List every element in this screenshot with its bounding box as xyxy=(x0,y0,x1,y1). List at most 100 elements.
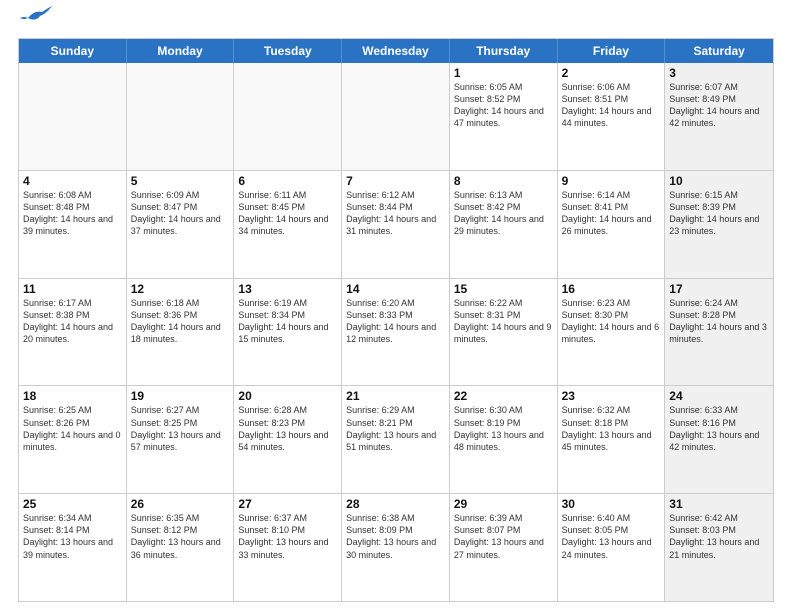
calendar-cell-12: 12Sunrise: 6:18 AM Sunset: 8:36 PM Dayli… xyxy=(127,279,235,386)
day-number: 21 xyxy=(346,389,445,403)
calendar-cell-22: 22Sunrise: 6:30 AM Sunset: 8:19 PM Dayli… xyxy=(450,386,558,493)
day-number: 17 xyxy=(669,282,769,296)
day-info: Sunrise: 6:23 AM Sunset: 8:30 PM Dayligh… xyxy=(562,297,661,346)
calendar-cell-14: 14Sunrise: 6:20 AM Sunset: 8:33 PM Dayli… xyxy=(342,279,450,386)
weekday-header-friday: Friday xyxy=(558,39,666,63)
calendar-cell-1: 1Sunrise: 6:05 AM Sunset: 8:52 PM Daylig… xyxy=(450,63,558,170)
logo xyxy=(18,16,52,28)
calendar-cell-4: 4Sunrise: 6:08 AM Sunset: 8:48 PM Daylig… xyxy=(19,171,127,278)
calendar-cell-25: 25Sunrise: 6:34 AM Sunset: 8:14 PM Dayli… xyxy=(19,494,127,601)
calendar-cell-10: 10Sunrise: 6:15 AM Sunset: 8:39 PM Dayli… xyxy=(665,171,773,278)
weekday-header-monday: Monday xyxy=(127,39,235,63)
weekday-header-saturday: Saturday xyxy=(665,39,773,63)
day-number: 23 xyxy=(562,389,661,403)
calendar-body: 1Sunrise: 6:05 AM Sunset: 8:52 PM Daylig… xyxy=(19,63,773,601)
calendar-cell-30: 30Sunrise: 6:40 AM Sunset: 8:05 PM Dayli… xyxy=(558,494,666,601)
day-info: Sunrise: 6:19 AM Sunset: 8:34 PM Dayligh… xyxy=(238,297,337,346)
day-number: 22 xyxy=(454,389,553,403)
calendar-header: SundayMondayTuesdayWednesdayThursdayFrid… xyxy=(19,39,773,63)
calendar-cell-21: 21Sunrise: 6:29 AM Sunset: 8:21 PM Dayli… xyxy=(342,386,450,493)
day-info: Sunrise: 6:09 AM Sunset: 8:47 PM Dayligh… xyxy=(131,189,230,238)
day-info: Sunrise: 6:35 AM Sunset: 8:12 PM Dayligh… xyxy=(131,512,230,561)
day-number: 12 xyxy=(131,282,230,296)
day-number: 9 xyxy=(562,174,661,188)
day-number: 28 xyxy=(346,497,445,511)
weekday-header-sunday: Sunday xyxy=(19,39,127,63)
page: SundayMondayTuesdayWednesdayThursdayFrid… xyxy=(0,0,792,612)
calendar-cell-31: 31Sunrise: 6:42 AM Sunset: 8:03 PM Dayli… xyxy=(665,494,773,601)
calendar-cell-24: 24Sunrise: 6:33 AM Sunset: 8:16 PM Dayli… xyxy=(665,386,773,493)
calendar-cell-17: 17Sunrise: 6:24 AM Sunset: 8:28 PM Dayli… xyxy=(665,279,773,386)
day-number: 13 xyxy=(238,282,337,296)
day-info: Sunrise: 6:32 AM Sunset: 8:18 PM Dayligh… xyxy=(562,404,661,453)
day-info: Sunrise: 6:06 AM Sunset: 8:51 PM Dayligh… xyxy=(562,81,661,130)
day-info: Sunrise: 6:27 AM Sunset: 8:25 PM Dayligh… xyxy=(131,404,230,453)
day-info: Sunrise: 6:40 AM Sunset: 8:05 PM Dayligh… xyxy=(562,512,661,561)
calendar-cell-29: 29Sunrise: 6:39 AM Sunset: 8:07 PM Dayli… xyxy=(450,494,558,601)
day-number: 30 xyxy=(562,497,661,511)
calendar-cell-empty-0-1 xyxy=(127,63,235,170)
calendar-cell-15: 15Sunrise: 6:22 AM Sunset: 8:31 PM Dayli… xyxy=(450,279,558,386)
day-number: 2 xyxy=(562,66,661,80)
day-info: Sunrise: 6:33 AM Sunset: 8:16 PM Dayligh… xyxy=(669,404,769,453)
day-info: Sunrise: 6:30 AM Sunset: 8:19 PM Dayligh… xyxy=(454,404,553,453)
day-info: Sunrise: 6:18 AM Sunset: 8:36 PM Dayligh… xyxy=(131,297,230,346)
day-number: 26 xyxy=(131,497,230,511)
calendar-cell-27: 27Sunrise: 6:37 AM Sunset: 8:10 PM Dayli… xyxy=(234,494,342,601)
calendar-cell-13: 13Sunrise: 6:19 AM Sunset: 8:34 PM Dayli… xyxy=(234,279,342,386)
day-number: 7 xyxy=(346,174,445,188)
day-info: Sunrise: 6:14 AM Sunset: 8:41 PM Dayligh… xyxy=(562,189,661,238)
day-info: Sunrise: 6:15 AM Sunset: 8:39 PM Dayligh… xyxy=(669,189,769,238)
calendar-cell-8: 8Sunrise: 6:13 AM Sunset: 8:42 PM Daylig… xyxy=(450,171,558,278)
day-number: 15 xyxy=(454,282,553,296)
day-number: 24 xyxy=(669,389,769,403)
calendar-row-0: 1Sunrise: 6:05 AM Sunset: 8:52 PM Daylig… xyxy=(19,63,773,171)
day-info: Sunrise: 6:22 AM Sunset: 8:31 PM Dayligh… xyxy=(454,297,553,346)
calendar: SundayMondayTuesdayWednesdayThursdayFrid… xyxy=(18,38,774,602)
calendar-row-1: 4Sunrise: 6:08 AM Sunset: 8:48 PM Daylig… xyxy=(19,171,773,279)
calendar-row-2: 11Sunrise: 6:17 AM Sunset: 8:38 PM Dayli… xyxy=(19,279,773,387)
calendar-cell-19: 19Sunrise: 6:27 AM Sunset: 8:25 PM Dayli… xyxy=(127,386,235,493)
weekday-header-tuesday: Tuesday xyxy=(234,39,342,63)
day-info: Sunrise: 6:20 AM Sunset: 8:33 PM Dayligh… xyxy=(346,297,445,346)
day-info: Sunrise: 6:39 AM Sunset: 8:07 PM Dayligh… xyxy=(454,512,553,561)
weekday-header-wednesday: Wednesday xyxy=(342,39,450,63)
header xyxy=(18,16,774,28)
calendar-cell-empty-0-2 xyxy=(234,63,342,170)
day-info: Sunrise: 6:28 AM Sunset: 8:23 PM Dayligh… xyxy=(238,404,337,453)
day-info: Sunrise: 6:38 AM Sunset: 8:09 PM Dayligh… xyxy=(346,512,445,561)
calendar-cell-26: 26Sunrise: 6:35 AM Sunset: 8:12 PM Dayli… xyxy=(127,494,235,601)
calendar-cell-6: 6Sunrise: 6:11 AM Sunset: 8:45 PM Daylig… xyxy=(234,171,342,278)
day-info: Sunrise: 6:07 AM Sunset: 8:49 PM Dayligh… xyxy=(669,81,769,130)
day-info: Sunrise: 6:37 AM Sunset: 8:10 PM Dayligh… xyxy=(238,512,337,561)
calendar-cell-3: 3Sunrise: 6:07 AM Sunset: 8:49 PM Daylig… xyxy=(665,63,773,170)
day-info: Sunrise: 6:11 AM Sunset: 8:45 PM Dayligh… xyxy=(238,189,337,238)
day-info: Sunrise: 6:05 AM Sunset: 8:52 PM Dayligh… xyxy=(454,81,553,130)
calendar-cell-28: 28Sunrise: 6:38 AM Sunset: 8:09 PM Dayli… xyxy=(342,494,450,601)
day-info: Sunrise: 6:34 AM Sunset: 8:14 PM Dayligh… xyxy=(23,512,122,561)
calendar-cell-empty-0-0 xyxy=(19,63,127,170)
day-number: 10 xyxy=(669,174,769,188)
calendar-cell-23: 23Sunrise: 6:32 AM Sunset: 8:18 PM Dayli… xyxy=(558,386,666,493)
day-number: 31 xyxy=(669,497,769,511)
day-number: 4 xyxy=(23,174,122,188)
calendar-cell-2: 2Sunrise: 6:06 AM Sunset: 8:51 PM Daylig… xyxy=(558,63,666,170)
day-info: Sunrise: 6:12 AM Sunset: 8:44 PM Dayligh… xyxy=(346,189,445,238)
day-number: 6 xyxy=(238,174,337,188)
calendar-row-4: 25Sunrise: 6:34 AM Sunset: 8:14 PM Dayli… xyxy=(19,494,773,601)
day-number: 14 xyxy=(346,282,445,296)
day-info: Sunrise: 6:13 AM Sunset: 8:42 PM Dayligh… xyxy=(454,189,553,238)
day-number: 27 xyxy=(238,497,337,511)
day-number: 19 xyxy=(131,389,230,403)
day-number: 16 xyxy=(562,282,661,296)
day-number: 5 xyxy=(131,174,230,188)
day-info: Sunrise: 6:08 AM Sunset: 8:48 PM Dayligh… xyxy=(23,189,122,238)
calendar-cell-5: 5Sunrise: 6:09 AM Sunset: 8:47 PM Daylig… xyxy=(127,171,235,278)
calendar-cell-9: 9Sunrise: 6:14 AM Sunset: 8:41 PM Daylig… xyxy=(558,171,666,278)
calendar-cell-18: 18Sunrise: 6:25 AM Sunset: 8:26 PM Dayli… xyxy=(19,386,127,493)
day-info: Sunrise: 6:17 AM Sunset: 8:38 PM Dayligh… xyxy=(23,297,122,346)
day-number: 18 xyxy=(23,389,122,403)
day-number: 8 xyxy=(454,174,553,188)
day-number: 11 xyxy=(23,282,122,296)
weekday-header-thursday: Thursday xyxy=(450,39,558,63)
